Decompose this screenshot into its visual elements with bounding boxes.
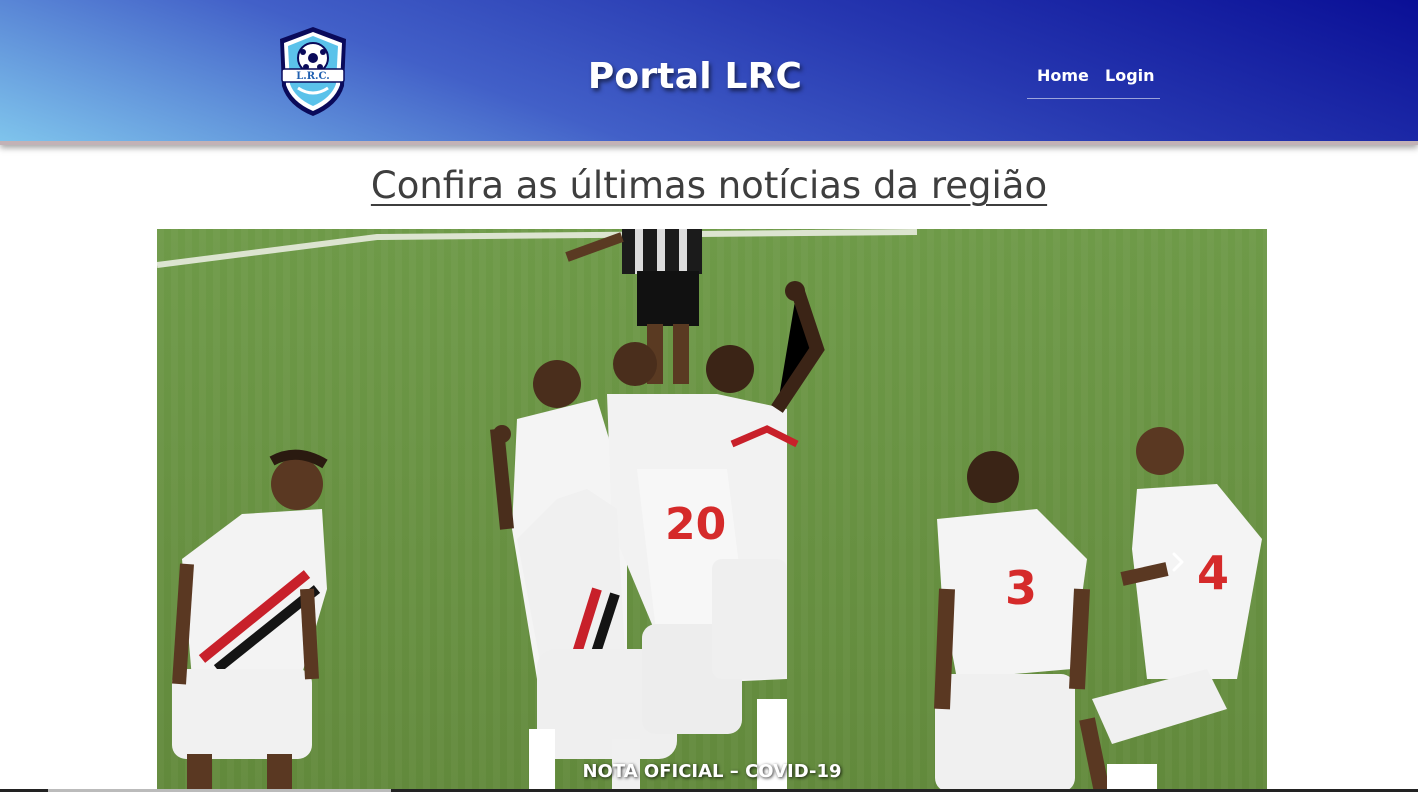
- nav-login-link[interactable]: Login: [1105, 66, 1155, 85]
- news-carousel[interactable]: 20 3 4 NOTA OFICIAL – COVID-19: [157, 229, 1267, 792]
- site-header: L.R.C. Portal LRC Home Login: [0, 0, 1418, 145]
- slide-caption[interactable]: NOTA OFICIAL – COVID-19: [157, 761, 1267, 782]
- svg-text:4: 4: [1197, 546, 1229, 600]
- logo[interactable]: L.R.C.: [276, 24, 350, 118]
- svg-text:20: 20: [665, 499, 726, 550]
- main-nav: Home Login: [1027, 62, 1160, 99]
- nav-home-link[interactable]: Home: [1037, 66, 1089, 85]
- page-headline: Confira as últimas notícias da região: [370, 164, 1048, 207]
- carousel-next-icon[interactable]: [1167, 551, 1189, 573]
- logo-text: L.R.C.: [296, 71, 330, 82]
- site-title: Portal LRC: [587, 56, 803, 97]
- slide-image: 20 3 4: [157, 229, 1267, 792]
- svg-text:3: 3: [1005, 561, 1037, 615]
